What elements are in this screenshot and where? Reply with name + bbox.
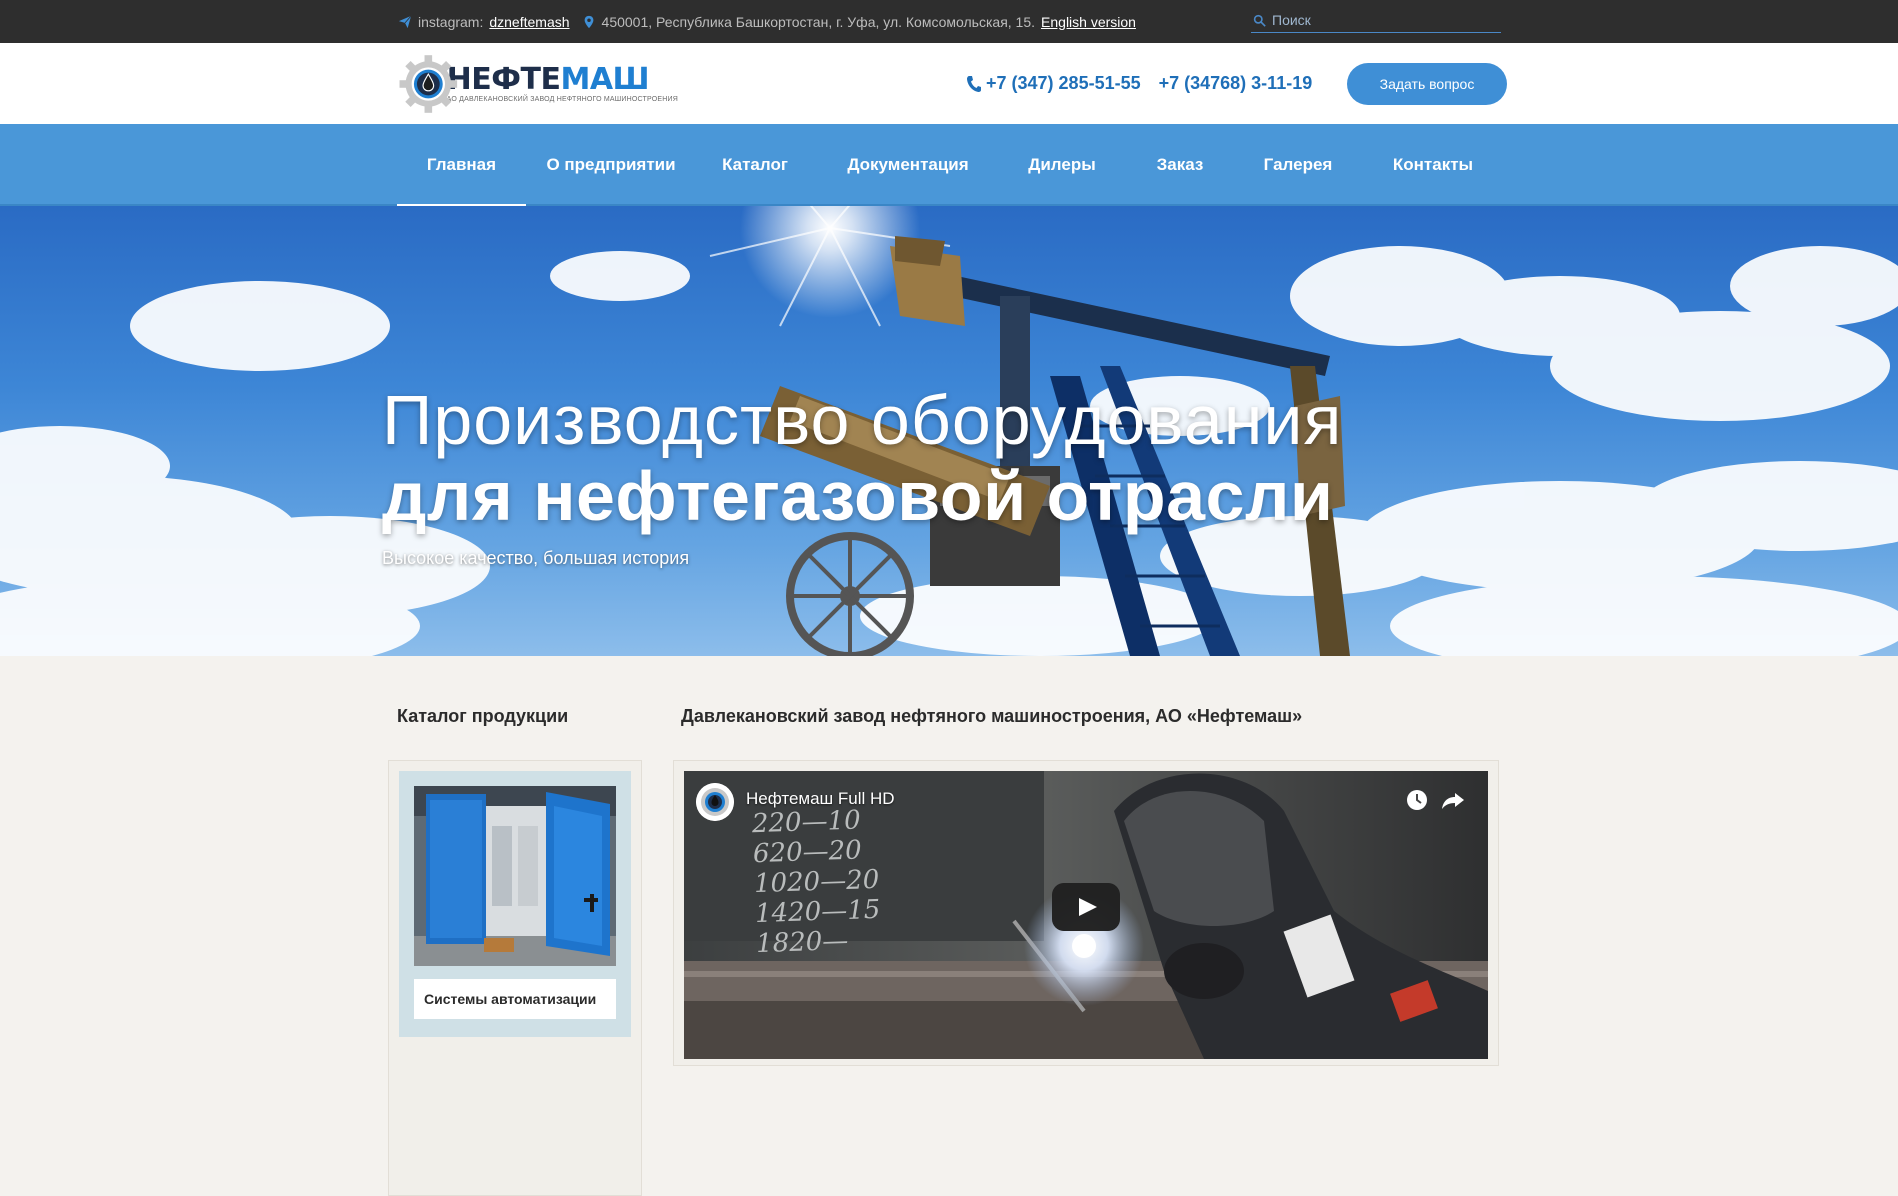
instagram-link[interactable]: dzneftemash	[489, 14, 569, 30]
hero-subtitle: Высокое качество, большая история	[382, 548, 690, 568]
phone-1[interactable]: +7 (347) 285-51-55	[966, 73, 1141, 94]
video-panel: 220—10 620—20 1020—20 1420—15 1820— Нефт…	[673, 760, 1499, 1066]
logo-title: НЕФТЕМАШ	[446, 61, 650, 97]
catalog-card-label[interactable]: Системы автоматизации	[414, 979, 616, 1019]
nav-item-documentation[interactable]: Документация	[814, 124, 1002, 206]
hero-title: Производство оборудования для нефтегазов…	[382, 382, 1342, 534]
main-content: Каталог продукции Давлекановский завод н…	[0, 656, 1898, 1196]
logo-subtitle: АО ДАВЛЕКАНОВСКИЙ ЗАВОД НЕФТЯНОГО МАШИНО…	[446, 95, 678, 103]
phones: +7 (347) 285-51-55 +7 (34768) 3-11-19	[966, 43, 1312, 124]
nav-item-about[interactable]: О предприятии	[526, 124, 696, 206]
nav-item-contacts[interactable]: Контакты	[1358, 124, 1508, 206]
phone-2[interactable]: +7 (34768) 3-11-19	[1159, 73, 1313, 94]
automation-cabinet-image	[414, 786, 616, 966]
gear-drop-logo-icon	[399, 54, 458, 113]
map-pin-icon	[584, 15, 593, 28]
play-button-icon[interactable]	[1052, 883, 1120, 931]
paper-plane-icon	[398, 15, 412, 28]
watch-later-icon[interactable]	[1402, 785, 1432, 815]
nav-item-home[interactable]: Главная	[397, 124, 526, 208]
channel-avatar-icon[interactable]	[696, 783, 734, 821]
catalog-panel: Системы автоматизации	[388, 760, 642, 1196]
nav-container: Главная О предприятии Каталог Документац…	[397, 124, 1508, 208]
nav-item-dealers[interactable]: Дилеры	[1002, 124, 1122, 206]
catalog-card[interactable]: Системы автоматизации	[399, 771, 631, 1037]
hero-title-line1: Производство оборудования	[382, 381, 1343, 459]
hero-banner: Производство оборудования для нефтегазов…	[0, 206, 1898, 656]
nav-item-order[interactable]: Заказ	[1122, 124, 1238, 206]
phone-icon	[967, 75, 981, 92]
nav-item-gallery[interactable]: Галерея	[1238, 124, 1358, 206]
main-nav: Главная О предприятии Каталог Документац…	[0, 124, 1898, 208]
search-field[interactable]: Поиск	[1251, 8, 1501, 33]
instagram-info: instagram: dzneftemash	[398, 14, 570, 30]
ask-question-button[interactable]: Задать вопрос	[1347, 63, 1507, 105]
address-info: 450001, Республика Башкортостан, г. Уфа,…	[582, 14, 1136, 30]
instagram-label: instagram:	[418, 13, 484, 30]
catalog-card-image[interactable]	[414, 786, 616, 966]
address-text: 450001, Республика Башкортостан, г. Уфа,…	[601, 13, 1036, 30]
search-placeholder: Поиск	[1272, 12, 1311, 28]
top-bar: instagram: dzneftemash 450001, Республик…	[0, 0, 1898, 43]
search-icon	[1253, 14, 1266, 27]
video-player[interactable]: 220—10 620—20 1020—20 1420—15 1820— Нефт…	[684, 771, 1488, 1059]
nav-item-catalog[interactable]: Каталог	[696, 124, 814, 206]
site-header: НЕФТЕМАШ АО ДАВЛЕКАНОВСКИЙ ЗАВОД НЕФТЯНО…	[0, 43, 1898, 124]
hero-title-line2: для нефтегазовой отрасли	[382, 457, 1334, 535]
top-bar-container: instagram: dzneftemash 450001, Республик…	[398, 0, 1504, 43]
logo-wordmark: НЕФТЕМАШ АО ДАВЛЕКАНОВСКИЙ ЗАВОД НЕФТЯНО…	[446, 61, 678, 103]
english-version-link[interactable]: English version	[1041, 14, 1136, 30]
share-icon[interactable]	[1438, 785, 1468, 815]
chalkboard-text: 220—10 620—20 1020—20 1420—15 1820—	[751, 805, 881, 960]
about-heading: Давлекановский завод нефтяного машиностр…	[681, 706, 1303, 726]
logo[interactable]: НЕФТЕМАШ АО ДАВЛЕКАНОВСКИЙ ЗАВОД НЕФТЯНО…	[398, 43, 678, 124]
video-title[interactable]: Нефтемаш Full HD	[746, 789, 895, 809]
catalog-heading: Каталог продукции	[397, 706, 569, 726]
